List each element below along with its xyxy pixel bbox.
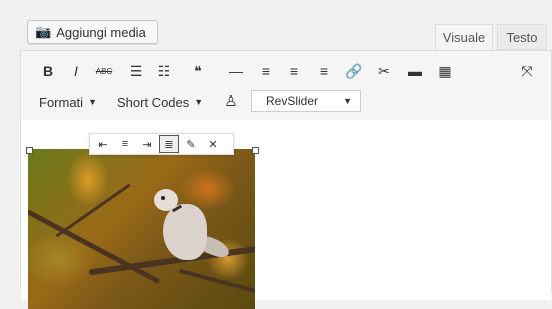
edit-image-button[interactable]: ✎: [181, 135, 201, 153]
add-media-button[interactable]: 📷 Aggiungi media: [27, 20, 158, 44]
align-none-image-button[interactable]: ≣: [159, 135, 179, 153]
edit-image-icon: ✎: [186, 138, 196, 151]
resize-handle[interactable]: [26, 147, 33, 154]
tab-text-label: Testo: [506, 29, 538, 45]
revslider-label: RevSlider: [266, 94, 319, 108]
plugin-button[interactable]: ♙: [219, 89, 243, 113]
numbered-list-icon: ☷: [157, 62, 171, 79]
bold-button[interactable]: B: [36, 59, 60, 83]
align-left-image-button[interactable]: ⇤: [93, 135, 113, 153]
dove-eye: [161, 196, 165, 200]
align-center-image-icon: ≡: [121, 138, 129, 150]
align-right-icon: ≡: [319, 63, 329, 79]
align-left-image-icon: ⇤: [98, 138, 108, 151]
resize-handle[interactable]: [252, 147, 259, 154]
formats-dropdown[interactable]: Formati ▼: [39, 91, 97, 113]
unlink-button[interactable]: ✂: [372, 59, 396, 83]
bullet-list-button[interactable]: ☰: [124, 59, 148, 83]
toolbar-row-1: B I ABC ☰ ☷ ❝ — ≡ ≡ ≡ 🔗 ✂ ▬ ▦: [21, 59, 551, 83]
fullscreen-icon: ⤧: [521, 62, 533, 79]
toolbar-toggle-button[interactable]: ▦: [433, 59, 457, 83]
editor: B I ABC ☰ ☷ ❝ — ≡ ≡ ≡ 🔗 ✂ ▬ ▦ ⤧ Formati ▼ Short Codes…: [20, 50, 552, 309]
read-more-icon: ▬: [408, 63, 422, 79]
read-more-button[interactable]: ▬: [403, 59, 427, 83]
formats-label: Formati: [39, 94, 84, 110]
link-button[interactable]: 🔗: [342, 59, 366, 83]
blockquote-button[interactable]: ❝: [186, 59, 210, 83]
align-left-button[interactable]: ≡: [254, 59, 278, 83]
toolbar-row-2: Formati ▼ Short Codes ▼ ♙ RevSlider ▼: [21, 89, 551, 115]
align-right-image-button[interactable]: ⇥: [137, 135, 157, 153]
tab-text[interactable]: Testo: [497, 24, 547, 50]
align-right-button[interactable]: ≡: [312, 59, 336, 83]
horizontal-line-button[interactable]: —: [224, 59, 248, 83]
chevron-down-icon: ▼: [88, 97, 97, 107]
italic-icon: I: [74, 63, 78, 79]
dove-image[interactable]: [28, 149, 255, 309]
toolbar-toggle-icon: ▦: [438, 62, 452, 79]
shortcodes-label: Short Codes: [117, 94, 190, 110]
align-center-icon: ≡: [289, 63, 299, 79]
revslider-select[interactable]: RevSlider ▼: [251, 90, 361, 112]
shortcodes-dropdown[interactable]: Short Codes ▼: [117, 91, 203, 113]
add-media-label: Aggiungi media: [56, 24, 146, 40]
branch-shape: [178, 268, 255, 294]
bullet-list-icon: ☰: [129, 62, 143, 79]
link-icon: 🔗: [345, 62, 363, 79]
editor-toolbar: B I ABC ☰ ☷ ❝ — ≡ ≡ ≡ 🔗 ✂ ▬ ▦ ⤧ Formati ▼ Short Codes…: [21, 51, 551, 121]
image-toolbar: ⇤ ≡ ⇥ ≣ ✎ ✕: [89, 133, 234, 155]
align-center-button[interactable]: ≡: [282, 59, 306, 83]
numbered-list-button[interactable]: ☷: [152, 59, 176, 83]
chevron-down-icon: ▼: [343, 96, 352, 106]
editor-content[interactable]: ⇤ ≡ ⇥ ≣ ✎ ✕: [21, 120, 551, 309]
horizontal-line-icon: —: [229, 63, 243, 79]
branch-shape: [55, 183, 131, 238]
strikethrough-button[interactable]: ABC: [92, 59, 116, 83]
italic-button[interactable]: I: [64, 59, 88, 83]
align-left-icon: ≡: [261, 63, 271, 79]
figure-icon: ♙: [224, 93, 238, 110]
chevron-down-icon: ▼: [194, 97, 204, 107]
tab-visual-label: Visuale: [442, 30, 486, 45]
strikethrough-icon: ABC: [95, 66, 113, 76]
media-icon: 📷: [35, 24, 52, 39]
fullscreen-button[interactable]: ⤧: [515, 59, 539, 83]
bold-icon: B: [42, 63, 54, 79]
align-none-image-icon: ≣: [164, 138, 174, 151]
tab-visual[interactable]: Visuale: [435, 24, 493, 50]
remove-image-button[interactable]: ✕: [203, 135, 223, 153]
align-center-image-button[interactable]: ≡: [115, 135, 135, 153]
blockquote-icon: ❝: [194, 62, 202, 79]
remove-image-icon: ✕: [208, 138, 218, 151]
align-right-image-icon: ⇥: [142, 138, 152, 151]
dove-body: [163, 204, 207, 260]
unlink-icon: ✂: [378, 62, 390, 79]
